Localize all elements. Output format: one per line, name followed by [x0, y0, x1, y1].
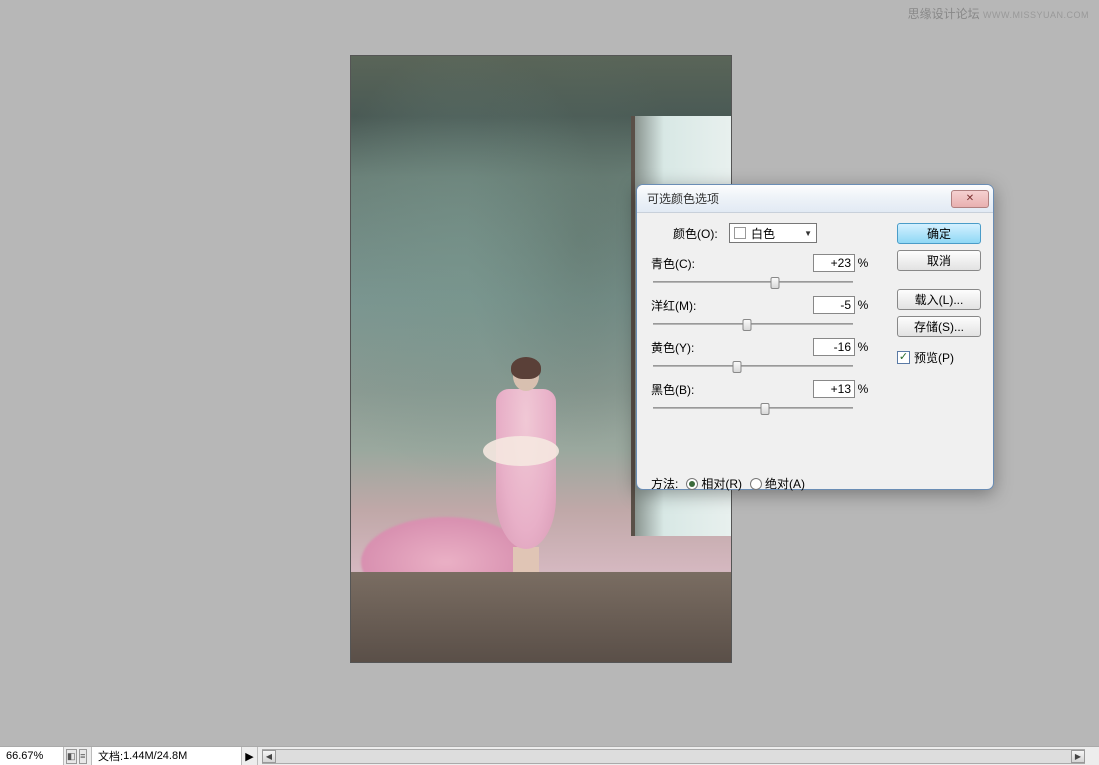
zoom-level[interactable]: 66.67% [0, 747, 64, 765]
slider-black: 黑色(B): % [651, 379, 871, 417]
cancel-button[interactable]: 取消 [897, 250, 981, 271]
slider-label: 洋红(M): [651, 297, 813, 314]
black-value-input[interactable] [813, 380, 855, 398]
close-icon: ✕ [966, 193, 974, 204]
scroll-left-button[interactable]: ◀ [262, 750, 276, 763]
yellow-value-input[interactable] [813, 338, 855, 356]
slider-label: 青色(C): [651, 255, 813, 272]
status-icons: ◧ ≡ [64, 747, 92, 765]
percent-label: % [855, 382, 871, 396]
ok-button[interactable]: 确定 [897, 223, 981, 244]
color-dropdown[interactable]: 白色 ▼ [729, 223, 817, 243]
selective-color-dialog: 可选颜色选项 ✕ 颜色(O): 白色 ▼ 青色(C): [636, 184, 994, 490]
color-swatch-icon [734, 227, 746, 239]
save-button[interactable]: 存储(S)... [897, 316, 981, 337]
chevron-down-icon: ▼ [804, 229, 812, 238]
watermark-main: 思缘设计论坛 [908, 7, 980, 21]
preview-label: 预览(P) [914, 349, 954, 366]
radio-label: 绝对(A) [765, 475, 805, 492]
dialog-body: 颜色(O): 白色 ▼ 青色(C): % [637, 213, 993, 489]
method-row: 方法: 相对(R) 绝对(A) [651, 475, 805, 492]
color-select-row: 颜色(O): 白色 ▼ [651, 223, 871, 243]
scroll-right-button[interactable]: ▶ [1071, 750, 1085, 763]
doc-value: 1.44M/24.8M [123, 750, 187, 762]
radio-icon [686, 478, 698, 490]
percent-label: % [855, 256, 871, 270]
method-label: 方法: [651, 475, 678, 492]
dialog-titlebar[interactable]: 可选颜色选项 ✕ [637, 185, 993, 213]
dialog-buttons: 确定 取消 载入(L)... 存储(S)... ✓ 预览(P) [897, 223, 981, 366]
canvas-workspace: 思缘设计论坛 WWW.MISSYUAN.COM 可选颜色选项 ✕ 颜色(O): [0, 0, 1099, 746]
color-value: 白色 [751, 225, 775, 242]
checkbox-icon: ✓ [897, 351, 910, 364]
watermark-sub: WWW.MISSYUAN.COM [983, 10, 1089, 20]
slider-label: 黑色(B): [651, 381, 813, 398]
dialog-title: 可选颜色选项 [647, 190, 951, 207]
status-icon-b[interactable]: ≡ [79, 749, 87, 764]
method-absolute-radio[interactable]: 绝对(A) [750, 475, 805, 492]
load-button[interactable]: 载入(L)... [897, 289, 981, 310]
image-floor [351, 572, 731, 662]
radio-icon [750, 478, 762, 490]
sliders-group: 颜色(O): 白色 ▼ 青色(C): % [651, 223, 871, 421]
status-icon-a[interactable]: ◧ [66, 749, 77, 764]
magenta-value-input[interactable] [813, 296, 855, 314]
method-relative-radio[interactable]: 相对(R) [686, 475, 742, 492]
horizontal-scrollbar[interactable]: ◀ ▶ [262, 749, 1085, 764]
percent-label: % [855, 340, 871, 354]
color-label: 颜色(O): [673, 225, 729, 242]
doc-info-expand[interactable]: ▶ [242, 747, 258, 765]
cyan-value-input[interactable] [813, 254, 855, 272]
preview-checkbox[interactable]: ✓ 预览(P) [897, 349, 981, 366]
slider-yellow: 黄色(Y): % [651, 337, 871, 375]
status-bar: 66.67% ◧ ≡ 文档: 1.44M/24.8M ▶ ◀ ▶ [0, 746, 1099, 765]
watermark: 思缘设计论坛 WWW.MISSYUAN.COM [908, 5, 1089, 22]
slider-magenta: 洋红(M): % [651, 295, 871, 333]
document-info[interactable]: 文档: 1.44M/24.8M [92, 747, 242, 765]
slider-cyan: 青色(C): % [651, 253, 871, 291]
arrow-right-icon: ▶ [245, 750, 253, 763]
slider-label: 黄色(Y): [651, 339, 813, 356]
close-button[interactable]: ✕ [951, 190, 989, 208]
magenta-slider[interactable] [653, 317, 853, 333]
black-slider[interactable] [653, 401, 853, 417]
doc-label: 文档: [98, 748, 123, 764]
radio-label: 相对(R) [701, 475, 742, 492]
percent-label: % [855, 298, 871, 312]
cyan-slider[interactable] [653, 275, 853, 291]
yellow-slider[interactable] [653, 359, 853, 375]
